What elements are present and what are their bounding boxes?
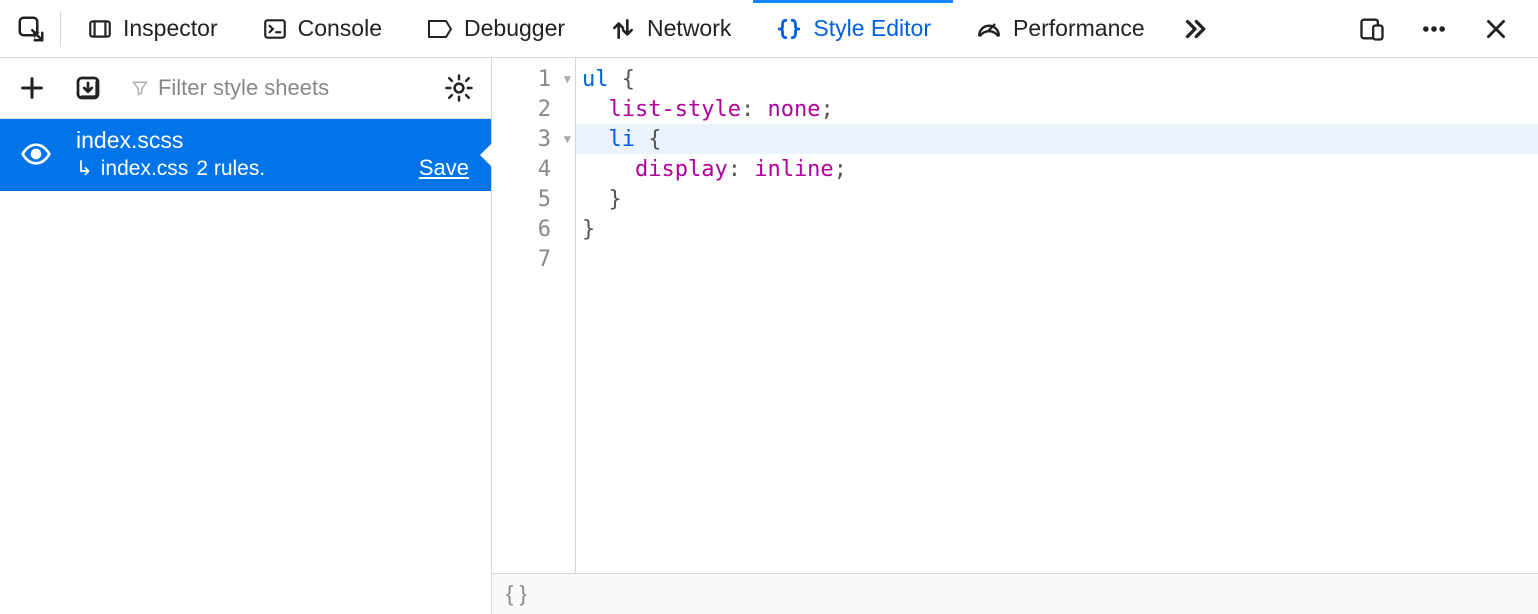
gutter-line: 2 bbox=[492, 94, 575, 124]
stylesheet-item[interactable]: index.scss ↳ index.css 2 rules. Save bbox=[0, 119, 491, 191]
toolbar-right bbox=[1350, 1, 1532, 57]
fold-toggle-icon[interactable]: ▼ bbox=[564, 72, 571, 86]
token-plain bbox=[582, 187, 609, 212]
code-editor[interactable]: ul { list-style: none; li { display: inl… bbox=[576, 58, 1538, 573]
tab-network[interactable]: Network bbox=[587, 1, 753, 57]
token-plain bbox=[635, 127, 648, 152]
responsive-mode-button[interactable] bbox=[1350, 1, 1394, 57]
token-punc: } bbox=[582, 217, 595, 242]
gear-icon bbox=[444, 73, 474, 103]
stylesheet-name: index.scss bbox=[76, 127, 265, 154]
code-line[interactable]: list-style: none; bbox=[576, 94, 1538, 124]
toolbar-left bbox=[6, 1, 65, 57]
kebab-menu-button[interactable] bbox=[1412, 1, 1456, 57]
gutter-line: 6 bbox=[492, 214, 575, 244]
devtools-toolbar: Inspector Console Debugger Network Style… bbox=[0, 0, 1538, 58]
tab-performance[interactable]: Performance bbox=[953, 1, 1167, 57]
stylesheet-subline: ↳ index.css 2 rules. bbox=[76, 156, 265, 181]
token-punc: { bbox=[622, 67, 635, 92]
inspector-icon bbox=[87, 16, 113, 42]
token-punc: ; bbox=[834, 157, 847, 182]
style-editor-main: index.scss ↳ index.css 2 rules. Save 1▼2… bbox=[0, 58, 1538, 614]
code-line[interactable]: } bbox=[576, 214, 1538, 244]
compiled-name: index.css bbox=[101, 157, 189, 181]
tab-debugger[interactable]: Debugger bbox=[404, 1, 587, 57]
close-devtools-button[interactable] bbox=[1474, 1, 1518, 57]
token-punc: } bbox=[609, 187, 622, 212]
editor-body: 1▼23▼4567 ul { list-style: none; li { di… bbox=[492, 58, 1538, 574]
save-stylesheet-link[interactable]: Save bbox=[419, 155, 469, 181]
token-sel: ul bbox=[582, 67, 609, 92]
gutter-line: 3▼ bbox=[492, 124, 575, 154]
token-punc: : bbox=[728, 157, 741, 182]
filter-wrap bbox=[120, 75, 427, 101]
more-tabs-button[interactable] bbox=[1167, 1, 1223, 57]
debugger-icon bbox=[426, 17, 454, 41]
new-stylesheet-button[interactable] bbox=[8, 64, 56, 112]
stylesheet-sidebar: index.scss ↳ index.css 2 rules. Save bbox=[0, 58, 492, 614]
close-icon bbox=[1483, 16, 1509, 42]
token-prop: display bbox=[635, 157, 728, 182]
network-icon bbox=[609, 16, 637, 42]
token-plain bbox=[582, 157, 635, 182]
token-plain bbox=[582, 127, 609, 152]
gutter-line: 5 bbox=[492, 184, 575, 214]
token-punc: ; bbox=[820, 97, 833, 122]
devices-icon bbox=[1358, 15, 1386, 43]
chevrons-right-icon bbox=[1180, 14, 1210, 44]
token-val: none bbox=[767, 97, 820, 122]
console-icon bbox=[262, 16, 288, 42]
tab-style-editor[interactable]: Style Editor bbox=[753, 1, 953, 57]
line-gutter: 1▼23▼4567 bbox=[492, 58, 576, 573]
pick-element-button[interactable] bbox=[6, 1, 56, 57]
dots-icon bbox=[1420, 15, 1448, 43]
token-plain bbox=[754, 97, 767, 122]
stylesheet-text: index.scss ↳ index.css 2 rules. bbox=[76, 127, 265, 181]
token-punc: { bbox=[648, 127, 661, 152]
import-icon bbox=[73, 73, 103, 103]
tab-inspector[interactable]: Inspector bbox=[65, 1, 240, 57]
fold-toggle-icon[interactable]: ▼ bbox=[564, 132, 571, 146]
toggle-visibility-button[interactable] bbox=[18, 138, 54, 170]
plus-icon bbox=[18, 74, 46, 102]
code-line[interactable]: } bbox=[576, 184, 1538, 214]
tab-label: Console bbox=[298, 15, 382, 42]
eye-icon bbox=[20, 138, 52, 170]
gutter-line: 1▼ bbox=[492, 64, 575, 94]
gutter-line: 7 bbox=[492, 244, 575, 274]
import-stylesheet-button[interactable] bbox=[64, 64, 112, 112]
at-rules-bar[interactable]: { } bbox=[492, 574, 1538, 614]
filter-stylesheets-input[interactable] bbox=[158, 75, 427, 101]
style-editor-icon bbox=[775, 16, 803, 42]
token-punc: : bbox=[741, 97, 754, 122]
compiled-arrow-icon: ↳ bbox=[76, 156, 93, 181]
style-editor-settings-button[interactable] bbox=[435, 64, 483, 112]
separator bbox=[60, 11, 61, 47]
code-line[interactable]: li { bbox=[576, 124, 1538, 154]
token-sel: li bbox=[609, 127, 636, 152]
sidebar-toolbar bbox=[0, 58, 491, 119]
code-line[interactable] bbox=[576, 244, 1538, 274]
tab-label: Style Editor bbox=[813, 15, 931, 42]
editor-pane: 1▼23▼4567 ul { list-style: none; li { di… bbox=[492, 58, 1538, 614]
code-line[interactable]: display: inline; bbox=[576, 154, 1538, 184]
filter-icon bbox=[130, 77, 150, 99]
code-line[interactable]: ul { bbox=[576, 64, 1538, 94]
token-val: inline bbox=[754, 157, 833, 182]
token-prop: list-style bbox=[609, 97, 741, 122]
token-plain bbox=[741, 157, 754, 182]
tab-label: Inspector bbox=[123, 15, 218, 42]
token-plain bbox=[609, 67, 622, 92]
tab-label: Network bbox=[647, 15, 731, 42]
gutter-line: 4 bbox=[492, 154, 575, 184]
tab-console[interactable]: Console bbox=[240, 1, 404, 57]
rules-count: 2 rules. bbox=[196, 157, 265, 181]
at-rules-placeholder: { } bbox=[506, 581, 527, 607]
tab-label: Performance bbox=[1013, 15, 1145, 42]
performance-icon bbox=[975, 16, 1003, 42]
tab-label: Debugger bbox=[464, 15, 565, 42]
token-plain bbox=[582, 97, 609, 122]
